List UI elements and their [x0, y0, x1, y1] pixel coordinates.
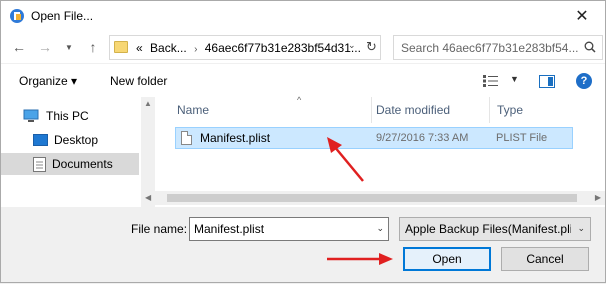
recent-locations-button[interactable]: ▼ [59, 37, 79, 57]
column-header-type[interactable]: Type [497, 103, 523, 117]
scroll-left-icon[interactable]: ◀ [145, 193, 151, 202]
sidebar-item-label: Desktop [54, 133, 99, 147]
cancel-button[interactable]: Cancel [501, 247, 589, 271]
open-button[interactable]: Open [403, 247, 491, 271]
folder-icon [114, 41, 128, 53]
scroll-right-icon[interactable]: ▶ [595, 193, 601, 202]
view-dropdown-icon[interactable]: ▼ [510, 74, 519, 84]
scrollbar-thumb[interactable] [167, 194, 577, 202]
navigation-pane: This PC Desktop Documents ▲ ▼ [1, 97, 155, 207]
chevron-down-icon[interactable]: ⌄ [577, 223, 585, 234]
column-divider[interactable] [489, 97, 490, 123]
sidebar-item-documents[interactable]: Documents [1, 153, 139, 175]
breadcrumb-item[interactable]: 46aec6f77b31e283bf54d31... [205, 41, 361, 55]
new-folder-button[interactable]: New folder [110, 74, 167, 88]
search-icon[interactable] [584, 41, 596, 53]
column-header-name[interactable]: Name [177, 103, 209, 117]
change-view-icon[interactable] [483, 75, 499, 87]
forward-button[interactable]: → [35, 37, 55, 57]
file-icon [181, 131, 192, 145]
file-name-label: File name: [131, 222, 188, 236]
preview-pane-icon[interactable] [539, 75, 555, 88]
breadcrumb-item[interactable]: Back... [150, 41, 187, 55]
scroll-up-icon[interactable]: ▲ [144, 99, 152, 108]
address-dropdown-icon[interactable]: ⌄ [348, 40, 356, 51]
file-type-filter[interactable]: Apple Backup Files(Manifest.pli ⌄ [399, 217, 591, 241]
file-date: 9/27/2016 7:33 AM [376, 132, 469, 144]
up-arrow-icon: ↑ [89, 39, 97, 55]
desktop-icon [33, 134, 48, 146]
file-name: Manifest.plist [200, 131, 271, 145]
app-icon [10, 9, 24, 23]
back-button[interactable]: ← [9, 37, 29, 57]
sidebar-item-label: This PC [46, 109, 89, 123]
help-icon[interactable]: ? [576, 73, 592, 89]
search-input[interactable]: Search 46aec6f77b31e283bf54... [401, 41, 578, 55]
command-bar: Organize ▾ New folder ▼ ? [1, 63, 605, 97]
address-bar[interactable]: « Back... › 46aec6f77b31e283bf54d31... ⌄… [109, 35, 381, 60]
open-file-dialog: Open File... ✕ ← → ▼ ↑ « Back... › 46aec… [0, 0, 606, 283]
title-bar: Open File... ✕ [1, 1, 605, 31]
computer-icon [23, 109, 39, 122]
file-name-value[interactable]: Manifest.plist [194, 222, 264, 236]
dialog-footer: File name: Manifest.plist ⌄ Apple Backup… [1, 207, 605, 282]
documents-icon [33, 156, 46, 172]
breadcrumb-overflow[interactable]: « [136, 41, 143, 55]
breadcrumb: « Back... › 46aec6f77b31e283bf54d31... [136, 41, 361, 55]
column-divider[interactable] [371, 97, 372, 123]
chevron-down-icon: ▼ [65, 42, 73, 52]
search-box[interactable]: Search 46aec6f77b31e283bf54... [393, 35, 603, 60]
close-icon: ✕ [575, 8, 589, 25]
file-row[interactable]: Manifest.plist 9/27/2016 7:33 AM PLIST F… [175, 127, 573, 149]
file-type-filter-value: Apple Backup Files(Manifest.pli [405, 222, 571, 236]
sidebar-item-desktop[interactable]: Desktop [1, 129, 139, 151]
chevron-down-icon[interactable]: ⌄ [376, 223, 384, 234]
back-arrow-icon: ← [12, 39, 26, 55]
sidebar-item-label: Documents [52, 157, 113, 171]
sidebar-item-this-pc[interactable]: This PC [1, 105, 139, 127]
horizontal-scrollbar[interactable]: ◀ ▶ [141, 191, 605, 205]
file-name-field[interactable]: Manifest.plist ⌄ [189, 217, 389, 241]
refresh-icon[interactable]: ↻ [366, 39, 377, 55]
file-type: PLIST File [496, 132, 548, 144]
up-button[interactable]: ↑ [83, 37, 103, 57]
organize-button[interactable]: Organize ▾ [19, 74, 77, 88]
window-title: Open File... [31, 9, 94, 23]
close-button[interactable]: ✕ [559, 1, 605, 31]
breadcrumb-separator: › [194, 44, 198, 55]
sort-ascending-icon: ^ [297, 95, 302, 105]
forward-arrow-icon: → [38, 39, 52, 55]
column-header-date[interactable]: Date modified [376, 103, 450, 117]
navigation-bar: ← → ▼ ↑ « Back... › 46aec6f77b31e283bf54… [1, 31, 605, 63]
